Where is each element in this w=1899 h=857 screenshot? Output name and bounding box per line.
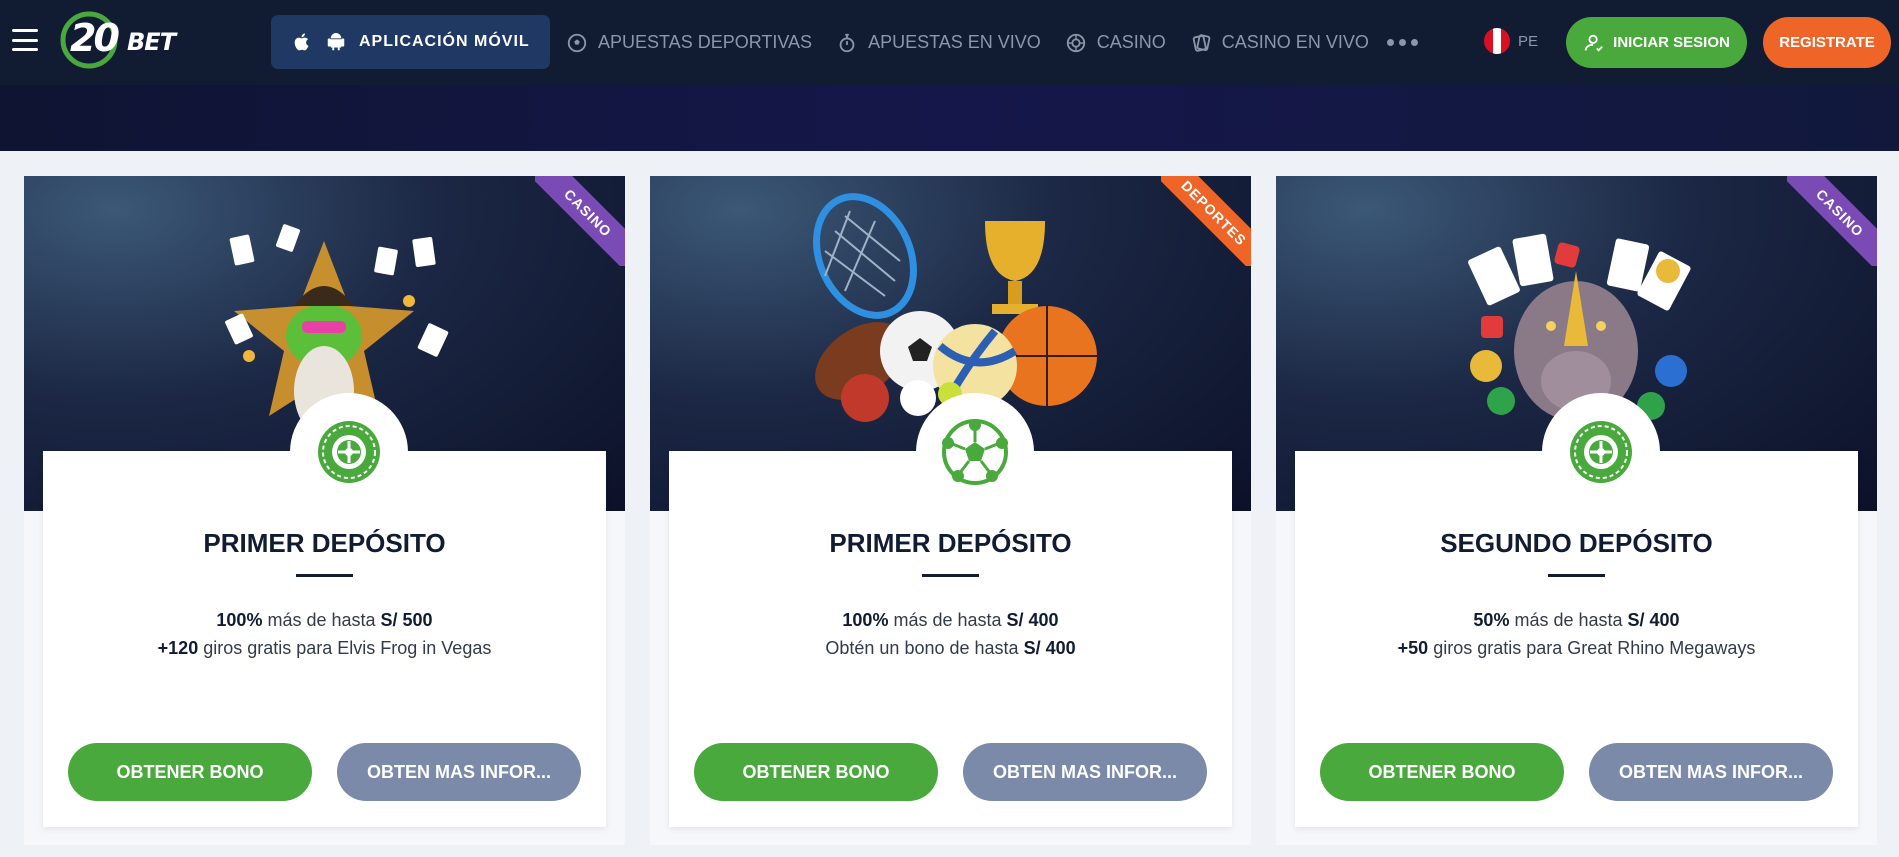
bonus-line-2: Obtén un bono de hasta S/ 400 (650, 638, 1251, 659)
free-spins-text: giros gratis para Great Rhino Megaways (1428, 638, 1756, 658)
login-label: INICIAR SESION (1613, 34, 1730, 51)
logo[interactable]: 20 BET (56, 9, 186, 71)
bonus-text: más de hasta (262, 610, 381, 630)
roulette-icon (1542, 393, 1660, 511)
android-icon (327, 33, 345, 51)
nav-label: APUESTAS EN VIVO (868, 32, 1041, 52)
nav-label: CASINO EN VIVO (1221, 32, 1369, 52)
more-info-button[interactable]: OBTEN MAS INFOR... (1589, 743, 1833, 801)
bonus-card: CASINO PRIMER DEPÓSITO 100% más de hasta… (24, 176, 625, 845)
title-divider (1548, 574, 1605, 577)
free-spins-text: giros gratis para Elvis Frog in Vegas (198, 638, 492, 658)
more-info-button[interactable]: OBTEN MAS INFOR... (963, 743, 1207, 801)
bonus-line-1: 100% más de hasta S/ 400 (650, 610, 1251, 631)
mobile-app-button[interactable]: APLICACIÓN MÓVIL (271, 15, 550, 69)
cards-icon (1192, 33, 1211, 52)
user-icon (1584, 34, 1604, 52)
roulette-icon (290, 393, 408, 511)
hamburger-menu-icon[interactable] (12, 29, 38, 51)
mobile-app-label: APLICACIÓN MÓVIL (359, 33, 530, 50)
peru-flag-icon (1484, 28, 1510, 54)
bonus-amount-2: S/ 400 (1023, 638, 1076, 658)
bonus-line-2: +120 giros gratis para Elvis Frog in Veg… (24, 638, 625, 659)
nav-label: CASINO (1096, 32, 1166, 52)
bonus-percent: 100% (216, 610, 263, 630)
more-dots-icon[interactable] (1386, 39, 1418, 46)
main-nav: APUESTAS DEPORTIVAS APUESTAS EN VIVO CAS… (566, 0, 1418, 85)
stopwatch-icon (839, 33, 855, 52)
nav-sports-betting[interactable]: APUESTAS DEPORTIVAS (566, 32, 812, 54)
bonus-card: DEPORTES PRIMER DEPÓSITO 100% más de has… (650, 176, 1251, 845)
card-title: SEGUNDO DEPÓSITO (1440, 528, 1713, 558)
bonus-percent: 50% (1473, 610, 1510, 630)
language-code: PE (1518, 32, 1539, 50)
card-title: PRIMER DEPÓSITO (203, 528, 446, 558)
nav-live-betting[interactable]: APUESTAS EN VIVO (836, 32, 1041, 54)
category-tag: CASINO (1787, 176, 1877, 266)
top-navigation-bar: 20 BET APLICACIÓN MÓVIL APUESTAS DEPORTI… (0, 0, 1899, 85)
free-spins-count: +120 (157, 638, 199, 658)
nav-label: APUESTAS DEPORTIVAS (598, 32, 813, 52)
bonus-percent: 100% (842, 610, 889, 630)
bonus-line-2: +50 giros gratis para Great Rhino Megawa… (1276, 638, 1877, 659)
bonus-amount: S/ 400 (1006, 610, 1059, 630)
bonus-card: CASINO SEGUNDO DEPÓSITO 50% más de hasta… (1276, 176, 1877, 845)
category-tag: DEPORTES (1161, 176, 1251, 266)
category-tag: CASINO (535, 176, 625, 266)
title-divider (296, 574, 353, 577)
free-spins-count: +50 (1397, 638, 1429, 658)
soccer-ball-icon (567, 33, 587, 52)
apple-icon (294, 33, 309, 51)
logo-word: BET (127, 28, 176, 56)
nav-live-casino[interactable]: CASINO EN VIVO (1190, 32, 1369, 54)
bonus-text: más de hasta (1509, 610, 1628, 630)
line-2-text: Obtén un bono de hasta (825, 638, 1024, 658)
nav-casino[interactable]: CASINO (1065, 32, 1166, 54)
get-bonus-button[interactable]: OBTENER BONO (68, 743, 312, 801)
title-divider (922, 574, 979, 577)
get-bonus-button[interactable]: OBTENER BONO (1320, 743, 1564, 801)
register-label: REGISTRATE (1779, 34, 1875, 51)
get-bonus-button[interactable]: OBTENER BONO (694, 743, 938, 801)
bonus-line-1: 100% más de hasta S/ 500 (24, 610, 625, 631)
hero-banner (0, 85, 1899, 151)
card-title: PRIMER DEPÓSITO (829, 528, 1072, 558)
language-selector[interactable]: PE (1484, 28, 1538, 54)
register-button[interactable]: REGISTRATE (1763, 17, 1891, 68)
bonus-text: más de hasta (888, 610, 1007, 630)
bonus-amount: S/ 500 (380, 610, 433, 630)
category-ribbon: DEPORTES (1161, 176, 1251, 266)
login-button[interactable]: INICIAR SESION (1566, 17, 1747, 68)
category-ribbon: CASINO (1787, 176, 1877, 266)
roulette-icon (1066, 33, 1085, 52)
bonus-line-1: 50% más de hasta S/ 400 (1276, 610, 1877, 631)
logo-number: 20 (70, 16, 120, 60)
soccer-ball-icon (916, 393, 1034, 511)
more-info-button[interactable]: OBTEN MAS INFOR... (337, 743, 581, 801)
category-ribbon: CASINO (535, 176, 625, 266)
bonus-amount: S/ 400 (1627, 610, 1680, 630)
